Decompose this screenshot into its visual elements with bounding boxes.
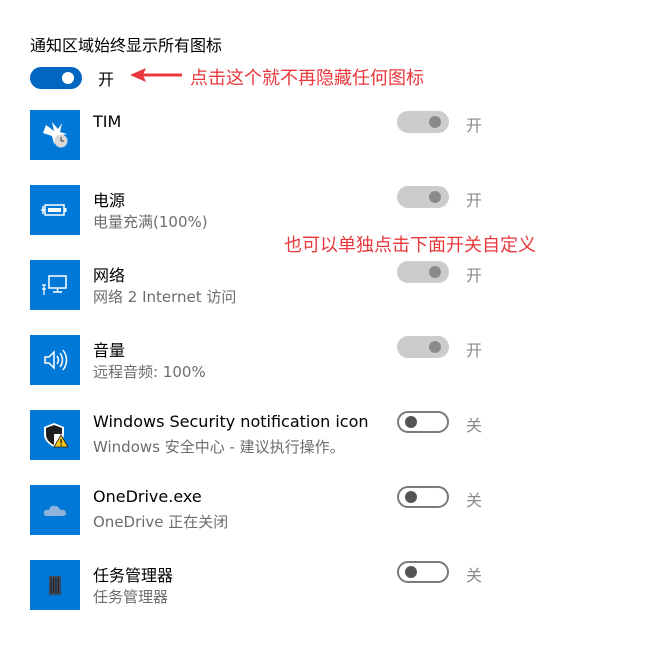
- toggle-knob: [405, 566, 417, 578]
- app-toggle[interactable]: [397, 261, 449, 283]
- toggle-state-label: 开: [98, 70, 115, 89]
- app-name: 电源: [93, 191, 126, 210]
- app-name: 任务管理器: [93, 566, 174, 585]
- section-heading: 通知区域始终显示所有图标: [30, 36, 223, 55]
- app-desc: OneDrive 正在关闭: [93, 513, 229, 531]
- toggle-knob: [405, 416, 417, 428]
- app-toggle[interactable]: [397, 411, 449, 433]
- app-row-task-manager: 任务管理器 任务管理器 关: [30, 560, 630, 610]
- toggle-knob: [429, 341, 441, 353]
- app-toggle[interactable]: [397, 186, 449, 208]
- always-show-all-icons-row: 开: [30, 64, 114, 92]
- app-toggle[interactable]: [397, 111, 449, 133]
- app-toggle[interactable]: [397, 486, 449, 508]
- app-toggle[interactable]: [397, 336, 449, 358]
- cloud-icon: [30, 485, 80, 535]
- toggle-knob: [429, 266, 441, 278]
- app-name: 网络: [93, 266, 126, 285]
- app-row-onedrive: OneDrive.exe OneDrive 正在关闭 关: [30, 485, 630, 535]
- battery-icon: [30, 185, 80, 235]
- app-desc: 电量充满(100%): [93, 213, 208, 231]
- network-icon: [30, 260, 80, 310]
- app-name: TIM: [93, 112, 122, 131]
- app-desc: Windows 安全中心 - 建议执行操作。: [93, 438, 345, 456]
- app-toggle[interactable]: [397, 561, 449, 583]
- always-show-all-icons-toggle[interactable]: [30, 67, 82, 89]
- annotation-arrow-note: 点击这个就不再隐藏任何图标: [190, 68, 424, 89]
- app-name: 音量: [93, 341, 126, 360]
- toggle-knob: [62, 72, 74, 84]
- arrow-left-icon: [130, 68, 182, 82]
- volume-icon: [30, 335, 80, 385]
- app-row-tim: TIM 开: [30, 110, 630, 160]
- toggle-knob: [429, 191, 441, 203]
- toggle-knob: [405, 491, 417, 503]
- app-state-label: 开: [466, 266, 483, 285]
- app-row-network: 网络 网络 2 Internet 访问 开: [30, 260, 630, 310]
- app-state-label: 开: [466, 341, 483, 360]
- app-state-label: 关: [466, 416, 483, 435]
- shield-warning-icon: [30, 410, 80, 460]
- app-state-label: 关: [466, 491, 483, 510]
- app-row-volume: 音量 远程音频: 100% 开: [30, 335, 630, 385]
- app-row-power: 电源 电量充满(100%) 开: [30, 185, 630, 235]
- app-desc: 网络 2 Internet 访问: [93, 288, 237, 306]
- tim-icon: [30, 110, 80, 160]
- app-state-label: 开: [466, 116, 483, 135]
- toggle-knob: [429, 116, 441, 128]
- app-name: OneDrive.exe: [93, 487, 202, 506]
- app-row-windows-security: Windows Security notification icon Windo…: [30, 410, 630, 460]
- app-desc: 任务管理器: [93, 588, 169, 606]
- app-state-label: 关: [466, 566, 483, 585]
- app-desc: 远程音频: 100%: [93, 363, 206, 381]
- task-manager-icon: [30, 560, 80, 610]
- app-name: Windows Security notification icon: [93, 412, 369, 431]
- app-state-label: 开: [466, 191, 483, 210]
